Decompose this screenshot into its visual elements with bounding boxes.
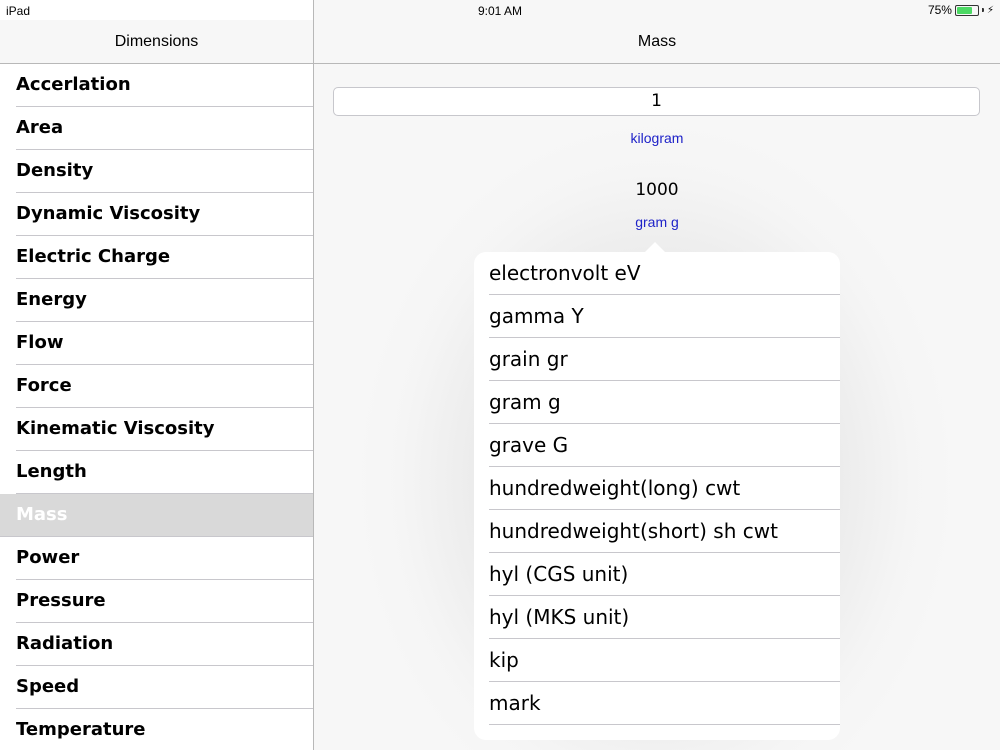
value-input[interactable]: 1	[333, 87, 980, 116]
dimension-item[interactable]: Area	[0, 107, 313, 150]
dimension-item[interactable]: Speed	[0, 666, 313, 709]
dimension-item[interactable]: Pressure	[0, 580, 313, 623]
status-bar: iPad 9:01 AM 75% ⚡︎	[0, 0, 1000, 20]
unit-option[interactable]: hundredweight(long) cwt	[474, 467, 840, 510]
battery-percent: 75%	[927, 3, 952, 17]
to-unit-button[interactable]: gram g	[314, 214, 1000, 230]
unit-option[interactable]: grain gr	[474, 338, 840, 381]
detail-pane: Mass 1 kilogram 1000 gram g electronvolt…	[314, 0, 1000, 750]
unit-option[interactable]: hyl (MKS unit)	[474, 596, 840, 639]
dimensions-list: Accerlation Area Density Dynamic Viscosity E…	[0, 64, 313, 750]
dimension-item[interactable]: Temperature	[0, 709, 313, 750]
unit-option[interactable]: electronvolt eV	[474, 252, 840, 295]
bolt-icon: ⚡︎	[986, 4, 994, 16]
from-unit-button[interactable]: kilogram	[314, 130, 1000, 146]
battery-icon	[954, 4, 979, 16]
unit-option[interactable]: gamma Y	[474, 295, 840, 338]
dimension-item[interactable]: Force	[0, 365, 313, 408]
result-value: 1000	[635, 180, 679, 200]
detail-title: Mass	[314, 20, 1000, 64]
unit-option[interactable]: gram g	[474, 381, 840, 424]
dimension-item[interactable]: Accerlation	[0, 64, 313, 107]
unit-picker-popover: electronvolt eV gamma Ygrain gr gram g grav…	[474, 252, 840, 740]
dimension-item[interactable]: Radiation	[0, 623, 313, 666]
unit-option[interactable]: hyl (CGS unit)	[474, 553, 840, 596]
unit-option[interactable]: mark	[474, 682, 840, 725]
dimension-item[interactable]: Energy	[0, 279, 313, 322]
dimension-item[interactable]: Length	[0, 451, 313, 494]
master-pane: Dimensions Accerlation Area Density Dynamic…	[0, 0, 313, 750]
dimension-item[interactable]: Power	[0, 537, 313, 580]
dimension-item[interactable]: Electric Charge	[0, 236, 313, 279]
dimension-item[interactable]: Dynamic Viscosity	[0, 193, 313, 236]
battery-status: 75% ⚡︎	[928, 3, 994, 17]
status-time: 9:01 AM	[477, 4, 523, 18]
unit-option[interactable]: grave G	[474, 424, 840, 467]
unit-option[interactable]: kip	[474, 639, 840, 682]
unit-option[interactable]: hundredweight(short) sh cwt	[474, 510, 840, 553]
dimension-item[interactable]: Kinematic Viscosity	[0, 408, 313, 451]
popover-arrow	[645, 242, 665, 252]
master-title: Dimensions	[0, 20, 313, 64]
dimension-item[interactable]: Density	[0, 150, 313, 193]
dimension-item[interactable]: Mass	[0, 494, 313, 537]
dimension-item[interactable]: Flow	[0, 322, 313, 365]
